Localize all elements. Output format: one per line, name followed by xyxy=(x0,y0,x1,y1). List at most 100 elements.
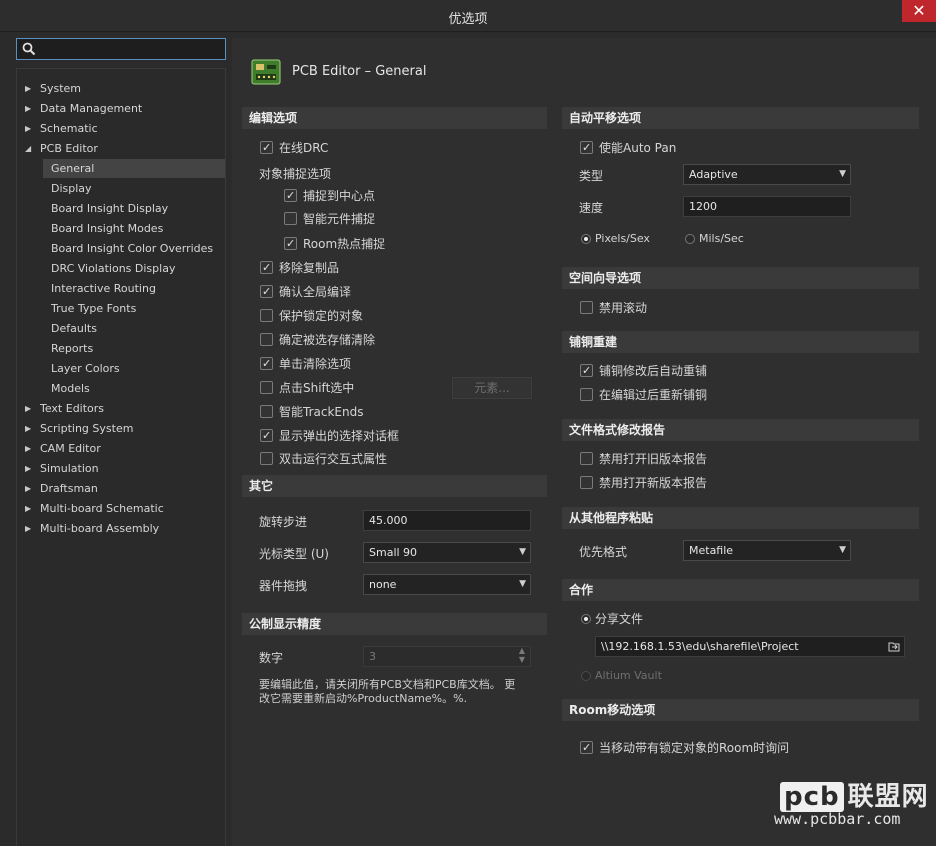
cursor-type-select[interactable]: Small 90 ▼ xyxy=(363,542,531,563)
tree-item-drc-violations-display[interactable]: DRC Violations Display xyxy=(51,259,175,278)
checkbox-shift-click[interactable]: 点击Shift选中 xyxy=(260,379,354,397)
tree-item-interactive-routing[interactable]: Interactive Routing xyxy=(51,279,156,298)
checkbox-unchecked[interactable] xyxy=(260,309,273,322)
checkbox-unchecked[interactable] xyxy=(580,301,593,314)
tree-item-draftsman[interactable]: ▶ Draftsman xyxy=(25,479,225,498)
expand-arrow-icon[interactable]: ▶ xyxy=(25,79,35,98)
tree-item-defaults[interactable]: Defaults xyxy=(51,319,97,338)
tree-item-text-editors[interactable]: ▶ Text Editors xyxy=(25,399,225,418)
tree-item-system[interactable]: ▶ System xyxy=(25,79,225,98)
checkbox-unchecked[interactable] xyxy=(260,333,273,346)
checkbox-unchecked[interactable] xyxy=(580,452,593,465)
checkbox-show-popup-selection[interactable]: 显示弹出的选择对话框 xyxy=(260,427,399,445)
radio-share-file[interactable]: 分享文件 xyxy=(581,610,643,628)
radio-unselected[interactable] xyxy=(685,234,695,244)
radio-selected[interactable] xyxy=(581,234,591,244)
checkbox-unchecked[interactable] xyxy=(260,381,273,394)
tree-item-true-type-fonts[interactable]: True Type Fonts xyxy=(51,299,136,318)
share-path-input[interactable]: \\192.168.1.53\edu\sharefile\Project xyxy=(595,636,905,657)
collapse-arrow-icon[interactable]: ◢ xyxy=(25,139,35,158)
checkbox-dblclick-inspector[interactable]: 双击运行交互式属性 xyxy=(260,450,387,468)
primitives-button[interactable]: 元素... xyxy=(452,377,532,399)
checkbox-checked[interactable] xyxy=(580,139,593,157)
folder-open-icon[interactable] xyxy=(888,641,900,652)
tree-item-multi-board-schematic[interactable]: ▶ Multi-board Schematic xyxy=(25,499,225,518)
checkbox-snap-to-center[interactable]: 捕捉到中心点 xyxy=(284,187,375,205)
tree-item-scripting-system[interactable]: ▶ Scripting System xyxy=(25,419,225,438)
tree-item-pcb-editor[interactable]: ◢ PCB Editor xyxy=(25,139,225,158)
autopan-speed-input[interactable]: 1200 xyxy=(683,196,851,217)
checkbox-disable-roll[interactable]: 禁用滚动 xyxy=(580,299,647,317)
radio-selected[interactable] xyxy=(581,614,591,624)
close-button[interactable]: ✕ xyxy=(902,0,936,22)
expand-arrow-icon[interactable]: ▶ xyxy=(25,479,35,498)
autopan-type-select[interactable]: Adaptive ▼ xyxy=(683,164,851,185)
checkbox-unchecked[interactable] xyxy=(580,476,593,489)
search-input[interactable] xyxy=(16,38,226,60)
checkbox-checked[interactable] xyxy=(260,427,273,445)
checkbox-checked[interactable] xyxy=(260,355,273,373)
preferred-format-select[interactable]: Metafile ▼ xyxy=(683,540,851,561)
expand-arrow-icon[interactable]: ▶ xyxy=(25,459,35,478)
checkbox-unchecked[interactable] xyxy=(260,405,273,418)
checkbox-unchecked[interactable] xyxy=(284,212,297,225)
checkbox-confirm-clear[interactable]: 确定被选存储清除 xyxy=(260,331,375,349)
checkbox-checked[interactable] xyxy=(260,259,273,277)
tree-item-board-insight-modes[interactable]: Board Insight Modes xyxy=(51,219,163,238)
tree-item-layer-colors[interactable]: Layer Colors xyxy=(51,359,120,378)
radio-pixels-per-sec[interactable]: Pixels/Sex xyxy=(581,230,650,248)
checkbox-repour-after-edit[interactable]: 在编辑过后重新铺铜 xyxy=(580,386,707,404)
expand-arrow-icon[interactable]: ▶ xyxy=(25,119,35,138)
tree-item-general[interactable]: General xyxy=(43,159,225,178)
tree-item-reports[interactable]: Reports xyxy=(51,339,93,358)
checkbox-checked[interactable] xyxy=(580,739,593,757)
checkbox-smart-component-snap[interactable]: 智能元件捕捉 xyxy=(284,210,375,228)
checkbox-unchecked[interactable] xyxy=(260,452,273,465)
expand-arrow-icon[interactable]: ▶ xyxy=(25,99,35,118)
component-drag-select[interactable]: none ▼ xyxy=(363,574,531,595)
expand-arrow-icon[interactable]: ▶ xyxy=(25,439,35,458)
checkbox-smart-trackends[interactable]: 智能TrackEnds xyxy=(260,403,363,421)
checkbox-checked[interactable] xyxy=(580,362,593,380)
checkbox-checked[interactable] xyxy=(284,235,297,253)
sidebar: ▶ System ▶ Data Management ▶ Schematic ◢ PCB… xyxy=(16,38,227,846)
section-other: 其它 xyxy=(242,475,547,497)
expand-arrow-icon[interactable]: ▶ xyxy=(25,519,35,538)
tree-item-simulation[interactable]: ▶ Simulation xyxy=(25,459,225,478)
radio-mils-per-sec[interactable]: Mils/Sec xyxy=(685,230,744,248)
tree-item-board-insight-display[interactable]: Board Insight Display xyxy=(51,199,168,218)
expand-arrow-icon[interactable]: ▶ xyxy=(25,399,35,418)
tree-item-data-management[interactable]: ▶ Data Management xyxy=(25,99,225,118)
checkbox-checked[interactable] xyxy=(260,139,273,157)
checkbox-protect-locked[interactable]: 保护锁定的对象 xyxy=(260,307,363,325)
watermark-logo: pcb 联盟网 www.pcbbar.com xyxy=(770,772,930,844)
checkbox-disable-old-report[interactable]: 禁用打开旧版本报告 xyxy=(580,450,707,468)
rotation-step-input[interactable]: 45.000 xyxy=(363,510,531,531)
expand-arrow-icon[interactable]: ▶ xyxy=(25,419,35,438)
chevron-down-icon: ▼ xyxy=(839,169,846,179)
checkbox-enable-autopan[interactable]: 使能Auto Pan xyxy=(580,139,676,157)
pcb-board-icon xyxy=(251,59,281,85)
tree-item-models[interactable]: Models xyxy=(51,379,90,398)
tree-item-cam-editor[interactable]: ▶ CAM Editor xyxy=(25,439,225,458)
cursor-type-label: 光标类型 (U) xyxy=(259,547,329,561)
tree-item-display[interactable]: Display xyxy=(51,179,92,198)
component-drag-label: 器件拖拽 xyxy=(259,579,308,593)
expand-arrow-icon[interactable]: ▶ xyxy=(25,499,35,518)
autopan-type-label: 类型 xyxy=(579,169,604,183)
section-autopan: 自动平移选项 xyxy=(562,107,919,129)
checkbox-checked[interactable] xyxy=(260,283,273,301)
checkbox-ask-locked-room[interactable]: 当移动带有锁定对象的Room时询问 xyxy=(580,739,789,757)
checkbox-checked[interactable] xyxy=(284,187,297,205)
checkbox-unchecked[interactable] xyxy=(580,388,593,401)
tree-item-multi-board-assembly[interactable]: ▶ Multi-board Assembly xyxy=(25,519,225,538)
checkbox-online-drc[interactable]: 在线DRC xyxy=(260,139,328,157)
checkbox-remove-duplicates[interactable]: 移除复制品 xyxy=(260,259,339,277)
tree-item-schematic[interactable]: ▶ Schematic xyxy=(25,119,225,138)
checkbox-disable-new-report[interactable]: 禁用打开新版本报告 xyxy=(580,474,707,492)
checkbox-room-hotspot-snap[interactable]: Room热点捕捉 xyxy=(284,235,385,253)
tree-item-board-insight-color-overrides[interactable]: Board Insight Color Overrides xyxy=(51,239,213,258)
checkbox-click-clears[interactable]: 单击清除选项 xyxy=(260,355,351,373)
checkbox-confirm-global-edit[interactable]: 确认全局编译 xyxy=(260,283,351,301)
checkbox-auto-repour[interactable]: 铺铜修改后自动重铺 xyxy=(580,362,707,380)
